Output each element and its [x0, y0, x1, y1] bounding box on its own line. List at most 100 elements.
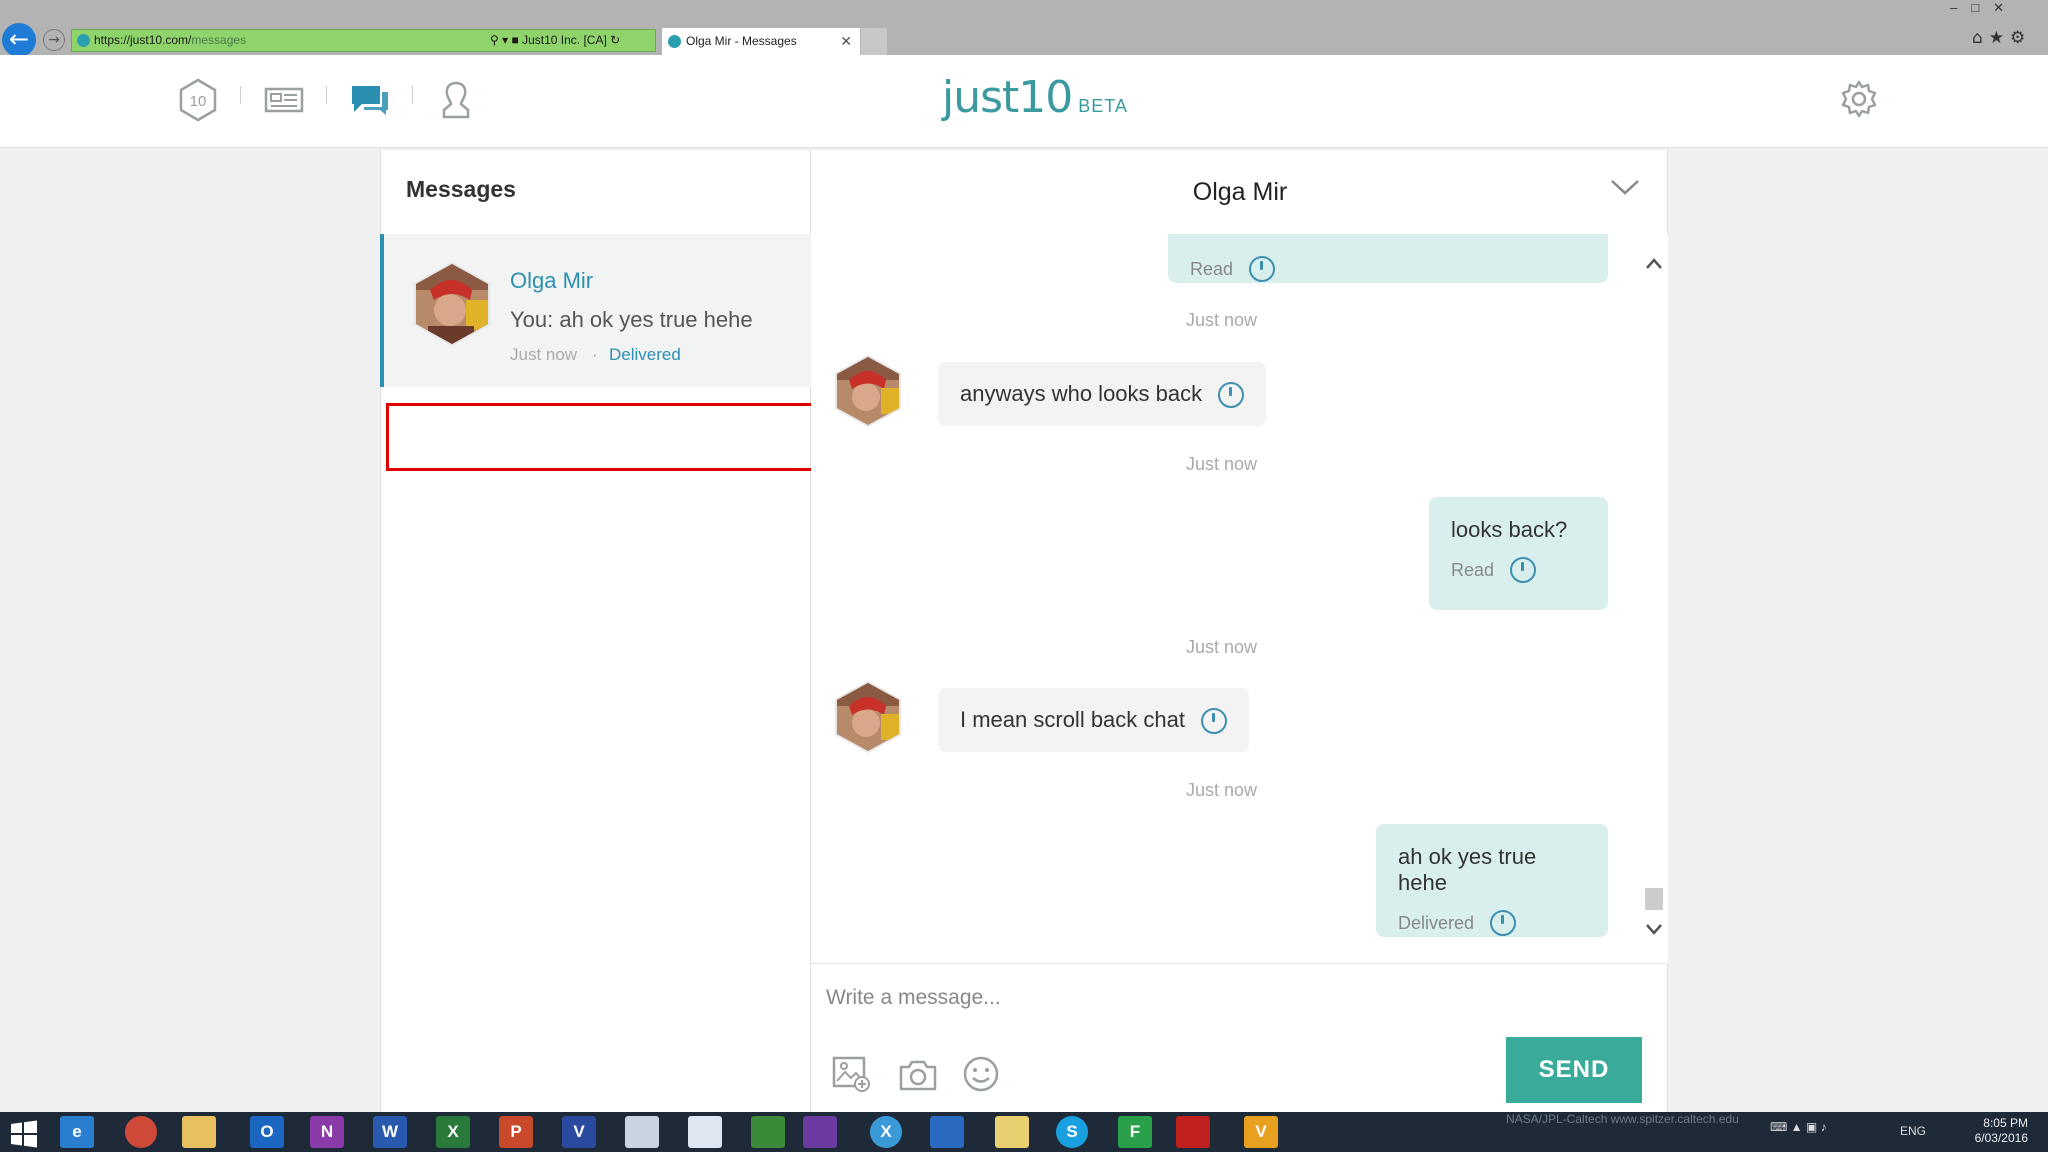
calculator-icon[interactable] [625, 1116, 659, 1148]
send-button[interactable]: SEND [1506, 1037, 1642, 1103]
message-timestamp: Just now [1186, 637, 1258, 657]
conversation-status: Delivered [609, 345, 681, 364]
frame-app-icon[interactable]: F [1118, 1116, 1152, 1148]
avatar [414, 262, 490, 346]
scroll-thumb[interactable] [1645, 888, 1663, 910]
snipping-tool-icon[interactable] [688, 1116, 722, 1148]
just10-hexagon-label: 10 [190, 93, 207, 110]
emoji-icon[interactable] [962, 1055, 1000, 1093]
desktop-watermark: NASA/JPL-Caltech www.spitzer.caltech.edu [1506, 1112, 1739, 1126]
message-text: I mean scroll back chat [960, 707, 1185, 732]
tab-favicon [668, 35, 681, 48]
refresh-icon[interactable]: ↻ [610, 33, 620, 47]
clock-icon [1510, 557, 1537, 583]
new-tab-button[interactable] [861, 28, 887, 55]
input-language[interactable]: ENG [1900, 1124, 1926, 1138]
file-explorer-icon[interactable] [182, 1116, 216, 1148]
lock-icon: ■ [511, 33, 519, 47]
address-bar-controls: ⚲ ▾ ■ Just10 Inc. [CA] ↻ [490, 29, 620, 52]
url-host: https://just10.com/ [94, 33, 192, 47]
forward-button[interactable]: → [43, 29, 65, 51]
messages-icon[interactable] [350, 82, 390, 116]
message-text: ah ok yes true hehe [1398, 844, 1537, 895]
skype-icon[interactable]: S [1056, 1116, 1088, 1148]
clock-time: 8:05 PM [1983, 1116, 2028, 1130]
message-bubble-outgoing: Read [1168, 234, 1608, 283]
message-bubble-outgoing: looks back? Read [1429, 497, 1608, 610]
logo-wordmark: just10 [942, 72, 1073, 123]
message-status: Read [1451, 559, 1495, 580]
message-status: Read [1190, 258, 1234, 279]
message-bubble-outgoing: ah ok yes true hehe Delivered [1376, 824, 1608, 937]
close-tab-icon[interactable]: ✕ [840, 28, 852, 55]
conversation-last-message: You: ah ok yes true hehe [510, 307, 753, 332]
messages-heading: Messages [406, 176, 516, 202]
internet-explorer-icon[interactable]: e [60, 1116, 94, 1148]
back-button[interactable]: ← [2, 23, 36, 57]
message-status: Delivered [1398, 912, 1475, 933]
just10-hexagon-icon[interactable]: 10 [178, 78, 218, 122]
site-favicon [77, 34, 90, 47]
browser-tab[interactable]: Olga Mir - Messages ✕ [662, 28, 860, 55]
site-identity[interactable]: Just10 Inc. [CA] [522, 33, 607, 47]
highlight-box [386, 403, 824, 471]
settings-gear-icon[interactable] [1840, 80, 1878, 118]
clock-date: 6/03/2016 [1974, 1131, 2028, 1145]
powerpoint-icon[interactable]: P [499, 1116, 533, 1148]
xamarin-icon[interactable]: X [870, 1116, 902, 1148]
clock-icon [1218, 382, 1245, 409]
windows-start-icon[interactable] [10, 1120, 38, 1148]
visual-studio-icon[interactable] [803, 1116, 837, 1148]
avatar [835, 681, 901, 753]
network-icon[interactable]: ▣ [1806, 1120, 1817, 1134]
feed-icon[interactable] [264, 86, 304, 114]
outlook-icon[interactable]: O [250, 1116, 284, 1148]
profile-icon[interactable] [440, 80, 472, 120]
nav-divider [240, 86, 241, 104]
avatar [835, 355, 901, 427]
message-text: looks back? [1451, 517, 1568, 542]
clock-icon [1249, 256, 1276, 282]
chrome-icon[interactable] [125, 1116, 157, 1148]
show-hidden-icons-icon[interactable]: ▲ [1791, 1120, 1803, 1134]
dropdown-icon[interactable]: ▾ [502, 33, 508, 47]
search-icon[interactable]: ⚲ [490, 33, 499, 47]
browser-toolbar-icons[interactable]: ⌂★⚙ [1972, 28, 2031, 48]
add-image-icon[interactable] [832, 1056, 870, 1092]
folder-icon[interactable] [995, 1116, 1029, 1148]
scroll-up-icon[interactable] [1644, 255, 1664, 273]
clock-icon [1201, 708, 1228, 735]
keyboard-icon[interactable]: ⌨ [1770, 1120, 1787, 1134]
message-input[interactable] [826, 978, 1626, 1018]
just10-logo[interactable]: just10 BETA [942, 72, 1128, 123]
dev-tools-icon[interactable] [930, 1116, 964, 1148]
conversation-separator: · [592, 345, 598, 364]
system-clock[interactable]: 8:05 PM 6/03/2016 [1968, 1116, 2028, 1146]
vectorworks-icon[interactable]: V [1244, 1116, 1278, 1148]
conversation-time: Just now [510, 345, 578, 364]
camera-icon[interactable] [898, 1058, 938, 1092]
volume-icon[interactable]: ♪ [1821, 1120, 1827, 1134]
system-tray-icons[interactable]: ⌨ ▲ ▣ ♪ [1770, 1120, 1827, 1134]
message-bubble-incoming: anyways who looks back [938, 362, 1267, 426]
message-text: anyways who looks back [960, 381, 1203, 406]
home-icon[interactable]: ⌂ [1972, 28, 1989, 48]
visio-icon[interactable]: V [562, 1116, 596, 1148]
onenote-icon[interactable]: N [310, 1116, 344, 1148]
tab-title: Olga Mir - Messages [686, 34, 797, 48]
scroll-down-icon[interactable] [1644, 920, 1664, 938]
message-status-row: Read [1190, 256, 1586, 282]
chevron-down-icon[interactable] [1610, 178, 1640, 196]
window-controls[interactable]: –□✕ [1950, 0, 2018, 16]
tools-gear-icon[interactable]: ⚙ [2010, 28, 2031, 48]
excel-icon[interactable]: X [436, 1116, 470, 1148]
acrobat-icon[interactable] [1176, 1116, 1210, 1148]
message-status-row: Delivered [1398, 910, 1586, 936]
message-timestamp: Just now [1186, 310, 1258, 330]
chat-scrollbar[interactable] [1640, 234, 1668, 964]
project-icon[interactable] [751, 1116, 785, 1148]
message-list[interactable]: Read Just now anyways who looks back Jus… [811, 234, 1641, 964]
word-icon[interactable]: W [373, 1116, 407, 1148]
favorites-star-icon[interactable]: ★ [1989, 28, 2010, 48]
conversation-name[interactable]: Olga Mir [510, 268, 593, 294]
